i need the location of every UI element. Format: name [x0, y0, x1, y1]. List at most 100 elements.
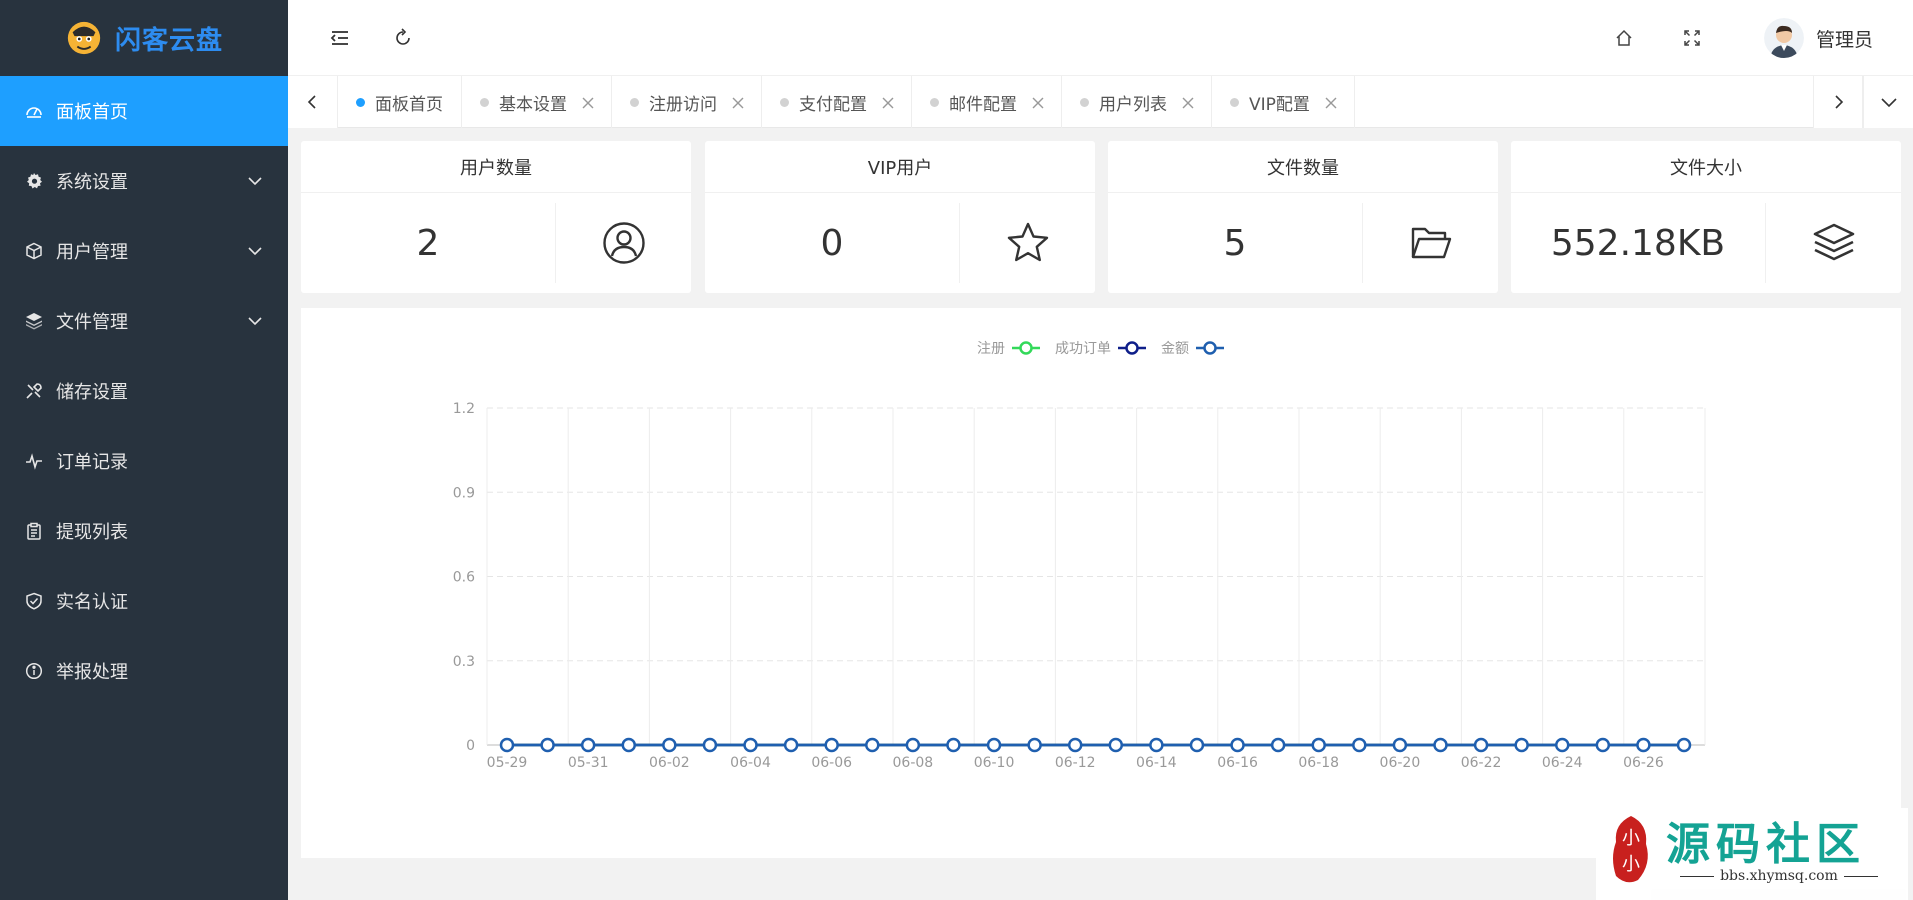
- x-tick-label: 05-29: [487, 755, 528, 771]
- x-tick-label: 06-24: [1542, 755, 1583, 771]
- statistics-chart-card: 注册 成功订单 金额 0 0.3 0.6 0.9 1.2 05-29 05-31 06-02 06-…: [301, 308, 1901, 858]
- chevron-down-icon: [1880, 98, 1897, 108]
- fullscreen-button[interactable]: [1676, 22, 1708, 54]
- mascot-logo-icon: [67, 21, 101, 55]
- sidebar-item-label: 提现列表: [56, 522, 128, 543]
- layers-icon: [24, 311, 44, 331]
- data-point: [540, 737, 555, 753]
- user-circle-icon: [556, 193, 691, 293]
- watermark-title: 源码社区: [1666, 819, 1866, 870]
- stat-title: 文件大小: [1511, 141, 1901, 193]
- tab-3[interactable]: 支付配置: [762, 76, 912, 128]
- x-tick-label: 06-26: [1623, 755, 1664, 771]
- stat-card-0: 用户数量 2: [301, 141, 691, 293]
- x-tick-label: 05-31: [568, 755, 609, 771]
- close-icon[interactable]: [1324, 95, 1338, 109]
- y-tick-label: 0.6: [453, 570, 475, 586]
- sidebar-item-3[interactable]: 文件管理: [0, 286, 288, 356]
- data-point: [662, 737, 677, 753]
- sidebar-item-5[interactable]: 订单记录: [0, 426, 288, 496]
- sidebar-menu: 面板首页系统设置用户管理 文件管理储存设置订单记录提现列表实名认证举报处理: [0, 76, 288, 706]
- stat-value: 2: [301, 203, 556, 283]
- close-icon[interactable]: [731, 95, 745, 109]
- data-point: [1392, 737, 1408, 753]
- close-icon[interactable]: [581, 95, 595, 109]
- data-point: [1067, 737, 1083, 753]
- folder-open-icon: [1363, 193, 1498, 293]
- data-point: [621, 737, 637, 753]
- sidebar-item-2[interactable]: 用户管理: [0, 216, 288, 286]
- sidebar-item-1[interactable]: 系统设置: [0, 146, 288, 216]
- tab-5[interactable]: 用户列表: [1062, 76, 1212, 128]
- main-content: 用户数量 2 VIP用户 0 文件数量 5 文件大小 552.18KB 注册 成功订单 金额 00…: [288, 128, 1913, 900]
- stat-value: 552.18KB: [1511, 203, 1766, 283]
- cube-icon: [24, 241, 44, 261]
- svg-text:小: 小: [1622, 854, 1640, 875]
- tab-0[interactable]: 面板首页: [338, 76, 462, 128]
- data-point: [986, 737, 1002, 753]
- logo[interactable]: 闪客云盘: [0, 0, 288, 76]
- top-header: 管理员: [288, 0, 1913, 76]
- shield-check-icon: [24, 591, 44, 611]
- tab-6[interactable]: VIP配置: [1212, 76, 1355, 128]
- data-point: [905, 737, 921, 753]
- tab-label: 用户列表: [1099, 94, 1167, 115]
- home-button[interactable]: [1608, 22, 1640, 54]
- refresh-button[interactable]: [387, 22, 419, 54]
- info-icon: [24, 661, 44, 681]
- tab-menu-button[interactable]: [1863, 76, 1913, 128]
- data-point: [783, 737, 799, 753]
- tab-label: 支付配置: [799, 94, 867, 115]
- sidebar-item-4[interactable]: 储存设置: [0, 356, 288, 426]
- tab-1[interactable]: 基本设置: [462, 76, 612, 128]
- sidebar-item-label: 订单记录: [56, 452, 128, 473]
- y-tick-label: 0: [466, 738, 475, 754]
- tab-label: 面板首页: [375, 94, 443, 115]
- stat-title: 用户数量: [301, 141, 691, 193]
- data-point: [1352, 737, 1367, 753]
- sidebar-item-6[interactable]: 提现列表: [0, 496, 288, 566]
- tab-bar: 面板首页 基本设置 注册访问 支付配置 邮件配置 用户列表 VIP配置: [288, 76, 1913, 128]
- data-point: [1554, 737, 1570, 753]
- watermark-url: bbs.xhymsq.com: [1664, 868, 1894, 884]
- sidebar-item-0[interactable]: 面板首页: [0, 76, 288, 146]
- tab-4[interactable]: 邮件配置: [912, 76, 1062, 128]
- data-point: [1636, 737, 1651, 753]
- data-point: [1433, 737, 1448, 753]
- sidebar-item-label: 储存设置: [56, 382, 128, 403]
- chevron-down-icon: [246, 312, 264, 330]
- close-icon[interactable]: [1031, 95, 1045, 109]
- sidebar-item-label: 系统设置: [56, 172, 128, 193]
- stat-card-1: VIP用户 0: [705, 141, 1095, 293]
- tab-list: 面板首页 基本设置 注册访问 支付配置 邮件配置 用户列表 VIP配置: [338, 76, 1355, 128]
- avatar: [1763, 18, 1804, 58]
- tools-icon: [24, 381, 44, 401]
- user-avatar-icon: [1763, 18, 1804, 58]
- chevron-down-icon: [246, 172, 264, 190]
- seal-logo-icon: 小 小: [1613, 816, 1648, 883]
- tab-scroll-right-button[interactable]: [1813, 76, 1863, 128]
- tab-label: VIP配置: [1249, 94, 1310, 115]
- data-point: [946, 737, 961, 753]
- x-tick-label: 06-08: [893, 755, 934, 771]
- tab-label: 注册访问: [649, 94, 717, 115]
- refresh-icon: [396, 28, 410, 45]
- sidebar-item-label: 面板首页: [56, 102, 128, 123]
- data-point: [499, 737, 515, 753]
- toggle-sidebar-button[interactable]: [324, 22, 356, 54]
- tab-label: 邮件配置: [949, 94, 1017, 115]
- x-tick-label: 06-12: [1055, 755, 1096, 771]
- stat-card-3: 文件大小 552.18KB: [1511, 141, 1901, 293]
- sidebar-item-7[interactable]: 实名认证: [0, 566, 288, 636]
- y-tick-label: 0.3: [453, 654, 475, 670]
- close-icon[interactable]: [1181, 95, 1195, 109]
- close-icon[interactable]: [881, 95, 895, 109]
- sidebar-item-label: 实名认证: [56, 592, 128, 613]
- dashboard-icon: [24, 101, 44, 121]
- sidebar-item-8[interactable]: 举报处理: [0, 636, 288, 706]
- tab-2[interactable]: 注册访问: [612, 76, 762, 128]
- user-menu[interactable]: 管理员: [1763, 18, 1873, 58]
- x-tick-label: 06-14: [1136, 755, 1177, 771]
- tab-scroll-left-button[interactable]: [288, 76, 338, 128]
- x-tick-label: 06-16: [1217, 755, 1258, 771]
